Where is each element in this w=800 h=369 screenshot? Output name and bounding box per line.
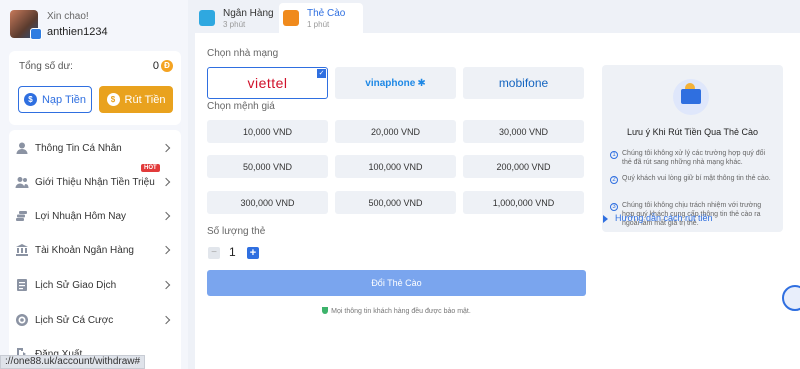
chevron-right-icon xyxy=(161,315,171,325)
bet-icon xyxy=(16,314,28,326)
balance-label: Tổng số dư: xyxy=(19,61,73,72)
withdraw-label: Rút Tiền xyxy=(124,93,166,106)
note-number-icon: 3 xyxy=(610,203,618,211)
sidebar-item-referral[interactable]: Giới Thiệu Nhận Tiền Triệu HOT xyxy=(9,164,181,192)
mobifone-logo: mobifone xyxy=(498,76,549,90)
carrier-option-vinaphone[interactable]: vinaphone ✱ xyxy=(335,67,456,99)
history-icon xyxy=(17,279,27,291)
profile: Xin chao! anthien1234 xyxy=(10,8,180,42)
withdraw-panel: Chọn nhà mạng viettel ✓ vinaphone ✱ mobi… xyxy=(195,33,800,369)
user-icon xyxy=(16,142,28,154)
amount-option[interactable]: 50,000 VND xyxy=(207,155,328,178)
vinaphone-dots-icon: ✱ xyxy=(417,77,426,89)
tab-title: Thẻ Cào xyxy=(307,7,346,19)
card-icon xyxy=(283,10,299,26)
sidebar-item-label: Lịch Sử Giao Dịch xyxy=(35,279,117,291)
wallet-icon xyxy=(673,79,709,115)
carrier-option-mobifone[interactable]: mobifone xyxy=(463,67,584,99)
amount-option[interactable]: 100,000 VND xyxy=(335,155,456,178)
security-note-text: Mọi thông tin khách hàng đều được bảo mậ… xyxy=(331,308,471,315)
chevron-right-icon xyxy=(161,143,171,153)
carrier-option-viettel[interactable]: viettel ✓ xyxy=(207,67,328,99)
amount-option[interactable]: 200,000 VND xyxy=(463,155,584,178)
viettel-logo: viettel xyxy=(247,75,288,91)
bank-icon xyxy=(199,10,215,26)
notice-box: Lưu ý Khi Rút Tiền Qua Thẻ Cào 1 Chúng t… xyxy=(602,65,783,232)
chevron-right-icon xyxy=(161,177,171,187)
sidebar-item-label: Lịch Sử Cá Cược xyxy=(35,314,114,326)
chevron-right-icon xyxy=(161,280,171,290)
quantity-value[interactable]: 1 xyxy=(229,245,236,259)
tab-scratch-card[interactable]: Thẻ Cào 1 phút xyxy=(279,3,363,33)
hot-badge: HOT xyxy=(141,164,160,172)
submit-card-button[interactable]: Đổi Thẻ Cào xyxy=(207,270,586,296)
sidebar: Xin chao! anthien1234 Tổng số dư: 0 Đ $ … xyxy=(0,0,188,369)
coins-icon xyxy=(16,211,27,221)
withdraw-method-tabs: Ngân Hàng 3 phút Thẻ Cào 1 phút xyxy=(195,3,363,33)
notice-item: Quý khách vui lòng giữ bí mật thông tin … xyxy=(622,175,771,182)
tab-subtitle: 1 phút xyxy=(307,19,330,29)
sidebar-item-profit[interactable]: Lợi Nhuận Hôm Nay xyxy=(9,206,181,226)
amount-option[interactable]: 30,000 VND xyxy=(463,120,584,143)
avatar-badge-icon xyxy=(30,28,42,40)
wallet-body-icon xyxy=(681,89,701,104)
sidebar-item-label: Thông Tin Cá Nhân xyxy=(35,142,122,154)
amount-option[interactable]: 300,000 VND xyxy=(207,191,328,214)
sidebar-item-label: Tài Khoản Ngân Hàng xyxy=(35,244,134,256)
check-icon: ✓ xyxy=(317,69,326,78)
shield-icon xyxy=(322,307,329,314)
notice-title: Lưu ý Khi Rút Tiền Qua Thẻ Cào xyxy=(627,127,758,137)
quantity-label: Số lượng thẻ xyxy=(207,226,266,237)
greeting: Xin chao! xyxy=(47,11,89,22)
balance-card: Tổng số dư: 0 Đ $ Nạp Tiền $ Rút Tiền xyxy=(9,51,181,125)
username: anthien1234 xyxy=(47,26,108,38)
vinaphone-logo: vinaphone xyxy=(365,77,416,89)
coin-icon: Đ xyxy=(161,60,173,72)
sidebar-item-profile[interactable]: Thông Tin Cá Nhân xyxy=(9,138,181,158)
status-bar-url: ://one88.uk/account/withdraw# xyxy=(0,355,146,369)
deposit-icon: $ xyxy=(23,93,37,106)
play-icon xyxy=(603,215,608,223)
chevron-right-icon xyxy=(161,211,171,221)
withdraw-icon: $ xyxy=(106,93,120,106)
quantity-increment-button[interactable]: + xyxy=(247,247,259,259)
deposit-label: Nạp Tiền xyxy=(41,93,87,106)
note-number-icon: 2 xyxy=(610,176,618,184)
sidebar-item-label: Lợi Nhuận Hôm Nay xyxy=(35,210,127,222)
sidebar-item-bet-history[interactable]: Lịch Sử Cá Cược xyxy=(9,310,181,330)
amount-option[interactable]: 1,000,000 VND xyxy=(463,191,584,214)
amount-option[interactable]: 20,000 VND xyxy=(335,120,456,143)
chevron-right-icon xyxy=(161,245,171,255)
quantity-decrement-button[interactable]: − xyxy=(208,247,220,259)
withdraw-guide-link[interactable]: Hướng dẫn cách rút tiền xyxy=(615,213,712,223)
bank-icon xyxy=(16,244,28,256)
amount-option[interactable]: 500,000 VND xyxy=(335,191,456,214)
deposit-button[interactable]: $ Nạp Tiền xyxy=(18,86,92,113)
tab-bank[interactable]: Ngân Hàng 3 phút xyxy=(195,3,279,33)
balance-value: 0 xyxy=(152,60,159,72)
sidebar-item-transaction-history[interactable]: Lịch Sử Giao Dịch xyxy=(9,275,181,295)
sidebar-item-bank-account[interactable]: Tài Khoản Ngân Hàng xyxy=(9,240,181,260)
account-menu: Thông Tin Cá Nhân Giới Thiệu Nhận Tiền T… xyxy=(9,130,181,369)
sidebar-item-label: Giới Thiệu Nhận Tiền Triệu xyxy=(35,176,155,188)
amount-label: Chọn mệnh giá xyxy=(207,101,275,112)
amount-option[interactable]: 10,000 VND xyxy=(207,120,328,143)
carrier-label: Chọn nhà mạng xyxy=(207,48,279,59)
tab-subtitle: 3 phút xyxy=(223,19,246,29)
users-icon xyxy=(15,177,29,188)
withdraw-button[interactable]: $ Rút Tiền xyxy=(99,86,173,113)
tab-title: Ngân Hàng xyxy=(223,7,274,19)
notice-item: Chúng tôi không xử lý các trường hợp quý… xyxy=(622,150,766,166)
note-number-icon: 1 xyxy=(610,151,618,159)
security-note: Mọi thông tin khách hàng đều được bảo mậ… xyxy=(207,307,586,315)
